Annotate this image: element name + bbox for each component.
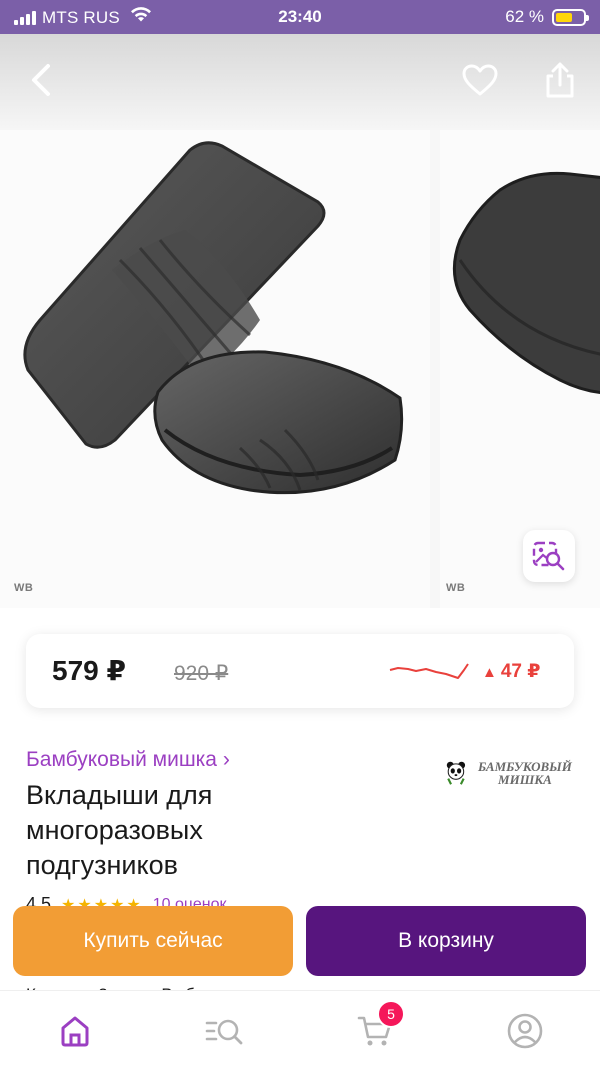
arrow-up-icon: ▲ [482,664,497,681]
favorite-button[interactable] [456,56,504,104]
battery-icon [552,8,589,26]
back-button[interactable] [18,56,66,104]
old-price: 920 ₽ [174,662,229,685]
brand-logo-text: БАМБУКОВЫЙ МИШКА [477,759,572,787]
insert-pads-image [23,141,404,495]
add-to-cart-button[interactable]: В корзину [306,906,586,976]
price-card[interactable]: 579 ₽ 920 ₽ ▲ 47 ₽ [26,634,574,708]
product-header [0,34,600,130]
share-button[interactable] [536,56,584,104]
buy-now-button[interactable]: Купить сейчас [13,906,293,976]
status-bar: MTS RUS 23:40 62 % [0,0,600,34]
brand-link[interactable]: Бамбуковый мишка › [26,748,230,772]
price-history-sparkline[interactable] [386,656,472,686]
watermark: WB [14,582,34,594]
panda-logo-icon [446,761,466,785]
tab-catalog[interactable] [203,1009,247,1053]
product-title: Вкладыши для многоразовых подгузников [26,780,213,880]
profile-icon [507,1013,543,1049]
chevron-left-icon [32,64,50,96]
heart-icon [462,64,498,96]
catalog-search-icon [205,1019,243,1045]
visual-search-button[interactable] [523,530,575,582]
current-price: 579 ₽ [52,655,126,686]
price-change: ▲ 47 ₽ [482,660,541,683]
product-gallery[interactable]: WB WB [0,130,600,608]
home-icon [61,1016,89,1047]
share-icon [546,62,574,98]
battery-percent: 62 % [505,7,544,26]
action-bar: Купить сейчас В корзину [0,900,600,984]
watermark: WB [446,582,466,594]
price-change-value: 47 ₽ [500,661,541,682]
brand-logo[interactable]: БАМБУКОВЫЙ МИШКА [444,754,578,792]
status-right: 62 % [505,7,589,27]
tab-profile[interactable] [503,1009,547,1053]
product-image-main[interactable]: WB [0,130,430,608]
product-image-next[interactable]: WB [440,130,600,608]
cart-count-badge: 5 [377,1000,405,1028]
tab-home[interactable] [53,1009,97,1053]
image-search-icon [532,541,565,571]
bottom-tab-bar [0,990,600,1066]
insert-pad-image-partial [452,171,600,395]
